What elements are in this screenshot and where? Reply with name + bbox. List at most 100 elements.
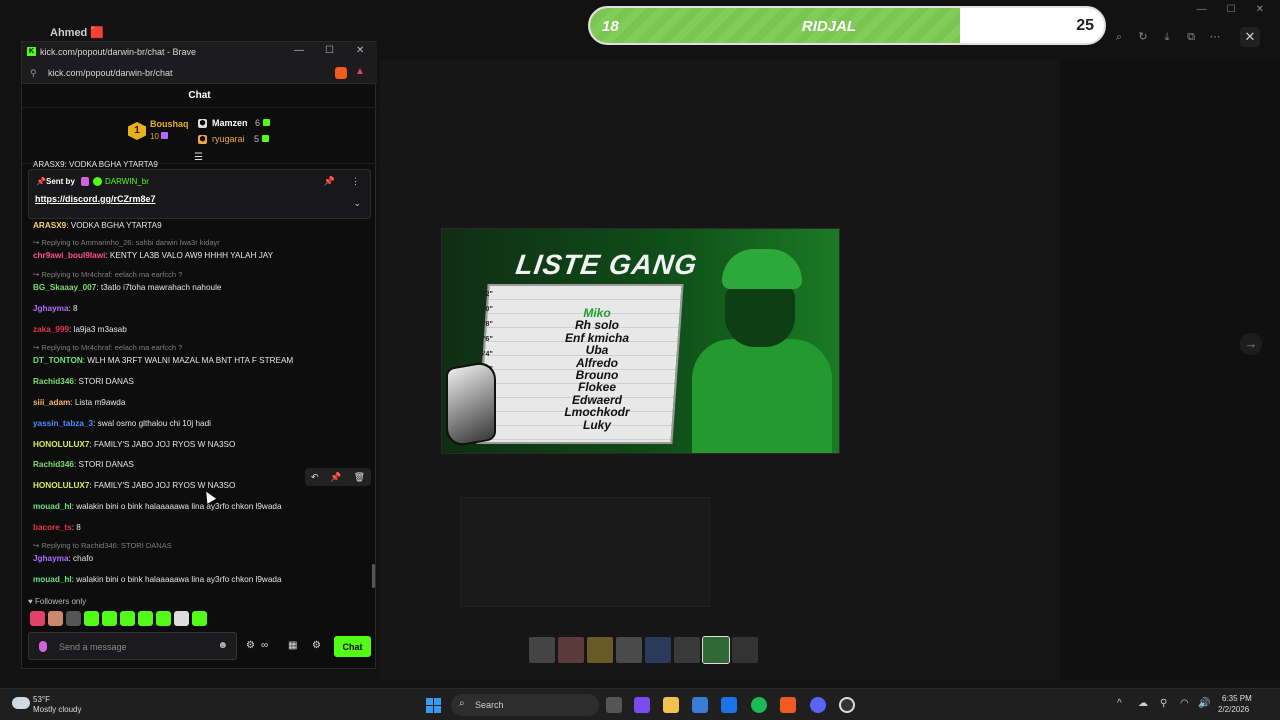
emoji-icon[interactable]: ☻	[217, 640, 228, 651]
chat-message[interactable]: Jghayma: 8	[33, 303, 373, 314]
chat-username[interactable]: DT_TONTON	[33, 356, 83, 365]
send-chat-button[interactable]: Chat	[334, 636, 371, 657]
chat-username[interactable]: Jghayma	[33, 554, 69, 563]
gear-icon[interactable]: ⚙	[312, 640, 321, 651]
clock-time[interactable]: 6:35 PM	[1222, 694, 1252, 703]
url-text[interactable]: kick.com/popout/darwin-br/chat	[48, 68, 173, 78]
chat-scrollbar[interactable]	[372, 564, 375, 588]
chat-username[interactable]: ARASX9	[33, 221, 66, 230]
delete-icon[interactable]: 🗑	[354, 472, 365, 483]
zoom-icon[interactable]: ⌕	[1110, 28, 1128, 46]
infinity-icon[interactable]: ∞	[261, 640, 268, 651]
chat-message[interactable]: Jghayma: chafo	[33, 553, 373, 564]
obs-icon[interactable]	[839, 697, 855, 713]
reply-context[interactable]: ↪ Replying to Rachid346: STORI DANAS	[33, 541, 172, 550]
thumbnail-selected[interactable]	[702, 636, 730, 664]
discord-icon[interactable]	[810, 697, 826, 713]
volume-icon[interactable]: 🔊	[1198, 698, 1210, 709]
windows-start-icon[interactable]	[426, 698, 441, 713]
thumbnail[interactable]	[587, 637, 613, 663]
chat-message[interactable]: ARASX9: VODKA BGHA YTARTA9	[33, 220, 373, 231]
brave-icon[interactable]	[780, 697, 796, 713]
chat-message[interactable]: siii_adam: Lista m9awda	[33, 397, 373, 408]
message-input[interactable]	[59, 639, 209, 655]
chat-username[interactable]: zaka_999	[33, 325, 69, 334]
taskbar-search[interactable]: ⌕ Search	[451, 694, 599, 716]
chat-message[interactable]: bacore_ts: 8	[33, 522, 373, 533]
open-external-icon[interactable]: ⧉	[1182, 28, 1200, 46]
chat-message[interactable]: mouad_hl: walakin bini o bink halaaaaawa…	[33, 501, 373, 512]
chat-message[interactable]: Rachid346: STORI DANAS	[33, 376, 373, 387]
chat-username[interactable]: BG_Skaaay_007	[33, 283, 96, 292]
spotify-icon[interactable]	[751, 697, 767, 713]
chat-username[interactable]: yassin_tabza_3	[33, 419, 93, 428]
address-bar[interactable]: ⚲ kick.com/popout/darwin-br/chat ▲	[22, 62, 377, 84]
emote[interactable]	[84, 611, 99, 626]
emote[interactable]	[66, 611, 81, 626]
chat-username[interactable]: chr9awi_boul9lawi	[33, 251, 105, 260]
chat-settings-icon[interactable]: ⚙	[246, 640, 255, 651]
reply-context[interactable]: ↪ Replying to Ammarinho_26: sahbi darwin…	[33, 238, 220, 247]
gifter-name[interactable]: Boushaq	[150, 119, 189, 129]
brave-rewards-icon[interactable]: ▲	[355, 66, 365, 77]
weather-desc[interactable]: Mostly cloudy	[33, 705, 81, 714]
chat-message[interactable]: mouad_hl: walakin bini o bink halaaaaawa…	[33, 574, 373, 585]
unpin-icon[interactable]: 📌	[324, 176, 335, 187]
emote[interactable]	[156, 611, 171, 626]
site-info-icon[interactable]: ⚲	[30, 68, 37, 79]
thumbnail[interactable]	[616, 637, 642, 663]
reply-context[interactable]: ↪ Replying to Mr4chraf: eelach ma earfcc…	[33, 343, 182, 352]
chat-message[interactable]: zaka_999: la9ja3 m3asab	[33, 324, 373, 335]
gifter-name[interactable]: ryugarai	[212, 134, 245, 144]
chevron-up-icon[interactable]: ^	[1117, 698, 1122, 709]
thumbnail[interactable]	[558, 637, 584, 663]
rotate-icon[interactable]: ↻	[1134, 28, 1152, 46]
emote[interactable]	[192, 611, 207, 626]
thumbnail[interactable]	[732, 637, 758, 663]
minimize-icon[interactable]: —	[1197, 4, 1207, 15]
thumbnail[interactable]	[529, 637, 555, 663]
emote[interactable]	[174, 611, 189, 626]
emote[interactable]	[120, 611, 135, 626]
copilot-icon[interactable]	[634, 697, 650, 713]
chat-username[interactable]: Rachid346	[33, 460, 74, 469]
thumbnail[interactable]	[674, 637, 700, 663]
emote[interactable]	[30, 611, 45, 626]
chat-username[interactable]: Jghayma	[33, 304, 69, 313]
chat-username[interactable]: mouad_hl	[33, 575, 72, 584]
next-arrow-icon[interactable]: →	[1240, 333, 1262, 355]
file-explorer-icon[interactable]	[663, 697, 679, 713]
maximize-icon[interactable]: ☐	[1227, 4, 1236, 15]
more-icon[interactable]: ⋯	[1206, 28, 1224, 46]
pin-message-icon[interactable]: 📌	[330, 472, 341, 483]
brave-shield-icon[interactable]	[335, 67, 347, 79]
task-view-icon[interactable]	[606, 697, 622, 713]
more-options-icon[interactable]: ⋮	[351, 176, 360, 187]
gifter-name[interactable]: Mamzen	[212, 118, 248, 128]
clock-date[interactable]: 2/2/2026	[1218, 705, 1249, 714]
mail-icon[interactable]	[721, 697, 737, 713]
emote[interactable]	[138, 611, 153, 626]
close-window-icon[interactable]: ✕	[1256, 4, 1264, 15]
viewer-close-button[interactable]: ✕	[1240, 27, 1260, 47]
chat-username[interactable]: siii_adam	[33, 398, 70, 407]
minimize-icon[interactable]: —	[294, 45, 304, 56]
collapse-filter-icon[interactable]: ☰	[194, 152, 203, 163]
gift-store-icon[interactable]: ▦	[288, 640, 297, 651]
download-icon[interactable]: ⤓	[1158, 28, 1176, 46]
chat-username[interactable]: HONOLULUX7	[33, 481, 89, 490]
thumbnail[interactable]	[645, 637, 671, 663]
message-input-box[interactable]: ☻	[28, 632, 237, 660]
weather-temp[interactable]: 53°F	[33, 695, 50, 704]
emote[interactable]	[48, 611, 63, 626]
network-icon[interactable]: ☁	[1138, 698, 1148, 709]
emote[interactable]	[102, 611, 117, 626]
reply-icon[interactable]: ↶	[311, 472, 319, 483]
chat-username[interactable]: Rachid346	[33, 377, 74, 386]
chat-username[interactable]: bacore_ts	[33, 523, 72, 532]
wifi-icon[interactable]: ◠	[1180, 698, 1189, 709]
chevron-down-icon[interactable]: ⌄	[353, 198, 361, 209]
chat-username[interactable]: HONOLULUX7	[33, 440, 89, 449]
store-icon[interactable]	[692, 697, 708, 713]
close-icon[interactable]: ✕	[356, 45, 364, 56]
